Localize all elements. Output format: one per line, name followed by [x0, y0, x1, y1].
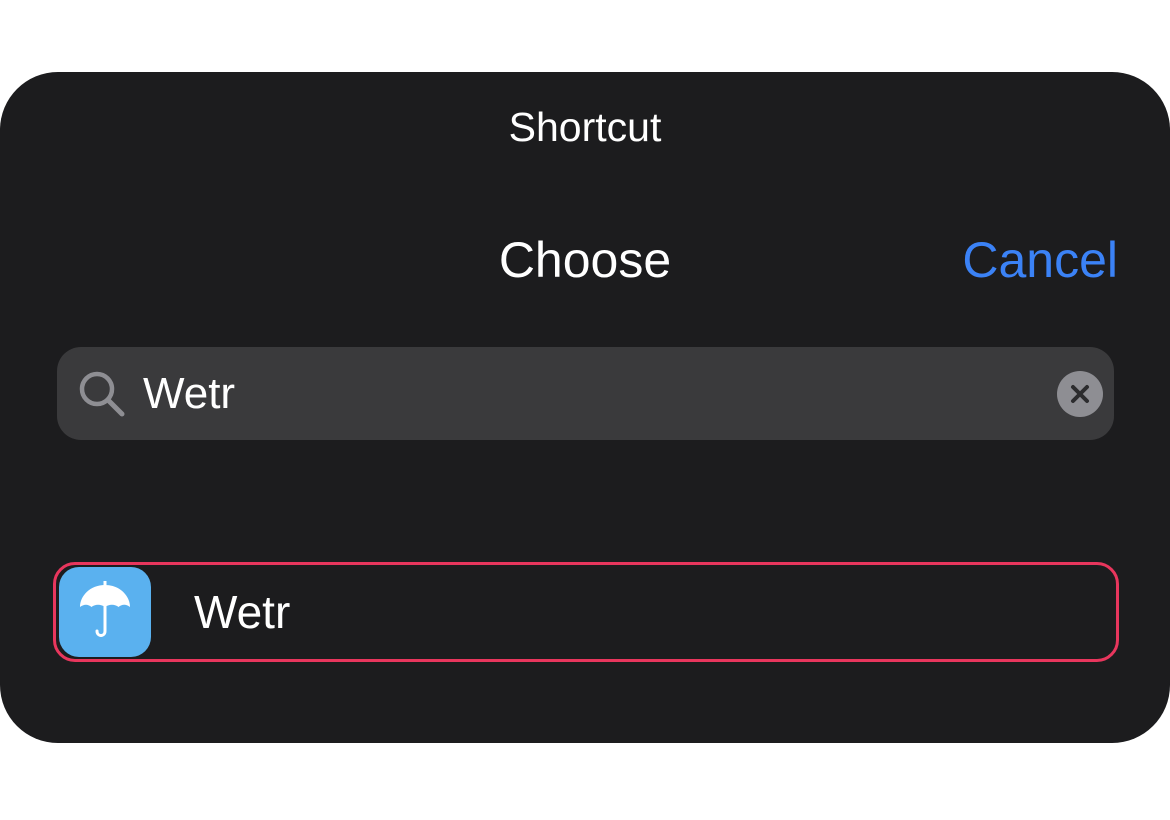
umbrella-icon: [80, 581, 130, 637]
list-item[interactable]: Wetr: [53, 562, 1119, 662]
clear-search-button[interactable]: [1057, 371, 1103, 417]
search-field[interactable]: Wetr: [57, 347, 1114, 440]
app-icon: [59, 567, 151, 657]
shortcut-sheet: Shortcut Choose Cancel Wetr Wetr: [0, 72, 1170, 743]
sheet-title: Shortcut: [508, 104, 662, 150]
clear-icon: [1071, 385, 1089, 403]
result-label: Wetr: [194, 586, 291, 638]
search-input[interactable]: Wetr: [143, 347, 235, 440]
cancel-button[interactable]: Cancel: [962, 230, 1118, 290]
search-icon: [77, 369, 127, 419]
